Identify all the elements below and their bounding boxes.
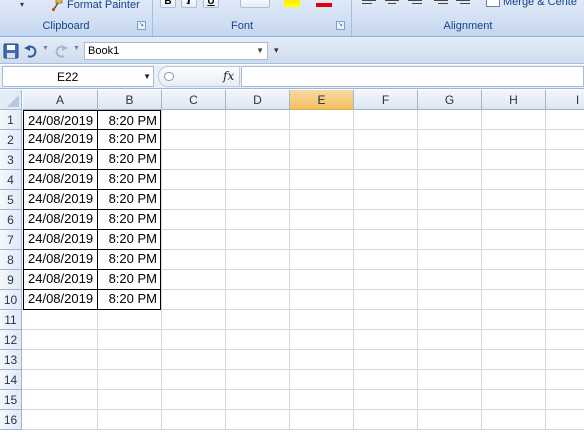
italic-button[interactable]: I: [181, 0, 197, 8]
cell-b8[interactable]: 8:20 PM: [98, 249, 161, 270]
cell-a8[interactable]: 24/08/2019: [23, 249, 98, 270]
customize-toolbar-icon[interactable]: ▾: [274, 45, 279, 56]
redo-dropdown-arrow[interactable]: ▼: [73, 45, 80, 52]
row-header-3[interactable]: 3: [0, 150, 22, 170]
chevron-down-icon[interactable]: ▼: [256, 46, 264, 55]
cell-a2[interactable]: 24/08/2019: [23, 129, 98, 150]
formula-bar-row: E22 ▼ fx: [0, 65, 584, 89]
row-header-9[interactable]: 9: [0, 270, 22, 290]
cell-b6[interactable]: 8:20 PM: [98, 209, 161, 230]
cell-a9[interactable]: 24/08/2019: [23, 269, 98, 290]
cell-a5[interactable]: 24/08/2019: [23, 189, 98, 210]
column-header-f[interactable]: F: [354, 90, 418, 110]
name-box[interactable]: E22 ▼: [2, 66, 154, 87]
save-icon[interactable]: [3, 43, 19, 59]
cell-a3[interactable]: 24/08/2019: [23, 149, 98, 170]
font-group-label: Font: [230, 20, 253, 32]
paste-dropdown-arrow[interactable]: ▾: [20, 0, 24, 9]
row-header-6[interactable]: 6: [0, 210, 22, 230]
row-header-4[interactable]: 4: [0, 170, 22, 190]
merge-center-label: Merge & Cente: [503, 0, 577, 8]
cell-b10[interactable]: 8:20 PM: [98, 289, 161, 310]
row-header-11[interactable]: 11: [0, 310, 22, 330]
column-header-e[interactable]: E: [290, 90, 354, 110]
select-all-button[interactable]: [0, 90, 22, 110]
row-header-2[interactable]: 2: [0, 130, 22, 150]
column-header-d[interactable]: D: [226, 90, 290, 110]
cell-b5[interactable]: 8:20 PM: [98, 189, 161, 210]
column-header-h[interactable]: H: [482, 90, 546, 110]
row-header-13[interactable]: 13: [0, 350, 22, 370]
row-header-12[interactable]: 12: [0, 330, 22, 350]
merge-icon: [486, 0, 500, 7]
bold-button[interactable]: B: [160, 0, 176, 8]
clipboard-launcher-icon[interactable]: ↘: [137, 21, 146, 30]
border-button[interactable]: [240, 0, 270, 8]
document-name: Book1: [88, 45, 120, 57]
column-header-b[interactable]: B: [98, 90, 162, 110]
align-right-button[interactable]: [406, 0, 424, 8]
column-header-a[interactable]: A: [23, 90, 98, 110]
quick-access-toolbar: ▼ ▼ Book1 ▼ ▾: [0, 37, 584, 64]
cell-a10[interactable]: 24/08/2019: [23, 289, 98, 310]
cell-a6[interactable]: 24/08/2019: [23, 209, 98, 230]
name-box-dropdown-icon[interactable]: ▼: [143, 72, 151, 81]
column-header-g[interactable]: G: [418, 90, 482, 110]
name-box-value: E22: [57, 70, 79, 84]
document-name-combo[interactable]: Book1 ▼: [84, 42, 268, 60]
paintbrush-icon: [51, 0, 63, 12]
column-header-i[interactable]: I: [546, 90, 584, 110]
format-painter-button[interactable]: Format Painter: [50, 0, 140, 13]
formula-input[interactable]: [241, 66, 584, 87]
column-header-c[interactable]: C: [162, 90, 226, 110]
row-header-10[interactable]: 10: [0, 290, 22, 310]
alignment-group-label: Alignment: [443, 20, 493, 32]
worksheet-grid[interactable]: A B C D E F G H I 1 2 3 4 5 6 7 8 9 10 11 12 13 14 15 16 24/08/20…: [0, 90, 584, 436]
cell-b9[interactable]: 8:20 PM: [98, 269, 161, 290]
row-header-8[interactable]: 8: [0, 250, 22, 270]
cell-a1[interactable]: 24/08/2019: [23, 110, 98, 130]
fill-color-button[interactable]: [284, 0, 300, 7]
row-header-15[interactable]: 15: [0, 390, 22, 410]
cell-b7[interactable]: 8:20 PM: [98, 229, 161, 250]
cell-a4[interactable]: 24/08/2019: [23, 169, 98, 190]
row-header-7[interactable]: 7: [0, 230, 22, 250]
font-color-button[interactable]: [316, 0, 332, 7]
row-header-1[interactable]: 1: [0, 110, 22, 130]
undo-icon[interactable]: [23, 43, 39, 59]
insert-function-icon[interactable]: fx: [223, 69, 234, 83]
function-area: fx: [158, 66, 240, 87]
cell-a7[interactable]: 24/08/2019: [23, 229, 98, 250]
redo-icon[interactable]: [53, 43, 69, 59]
increase-indent-button[interactable]: [454, 0, 472, 8]
cell-b2[interactable]: 8:20 PM: [98, 129, 161, 150]
merge-center-button[interactable]: Merge & Cente: [486, 0, 577, 8]
select-all-triangle-icon: [7, 95, 19, 107]
row-header-16[interactable]: 16: [0, 410, 22, 430]
underline-button[interactable]: U: [203, 0, 219, 8]
cell-b1[interactable]: 8:20 PM: [98, 110, 161, 130]
cell-b3[interactable]: 8:20 PM: [98, 149, 161, 170]
font-launcher-icon[interactable]: ↘: [336, 21, 345, 30]
cell-b4[interactable]: 8:20 PM: [98, 169, 161, 190]
decrease-indent-button[interactable]: [432, 0, 450, 8]
clipboard-group-label: Clipboard: [42, 20, 90, 32]
row-header-5[interactable]: 5: [0, 190, 22, 210]
format-painter-label: Format Painter: [67, 0, 140, 11]
expand-handle-icon[interactable]: [164, 72, 174, 81]
row-header-14[interactable]: 14: [0, 370, 22, 390]
align-center-button[interactable]: [383, 0, 401, 8]
ribbon: ▾ Format Painter Clipboard ↘ B I U Font …: [0, 0, 584, 37]
align-left-button[interactable]: [360, 0, 378, 8]
undo-dropdown-arrow[interactable]: ▼: [42, 45, 49, 52]
